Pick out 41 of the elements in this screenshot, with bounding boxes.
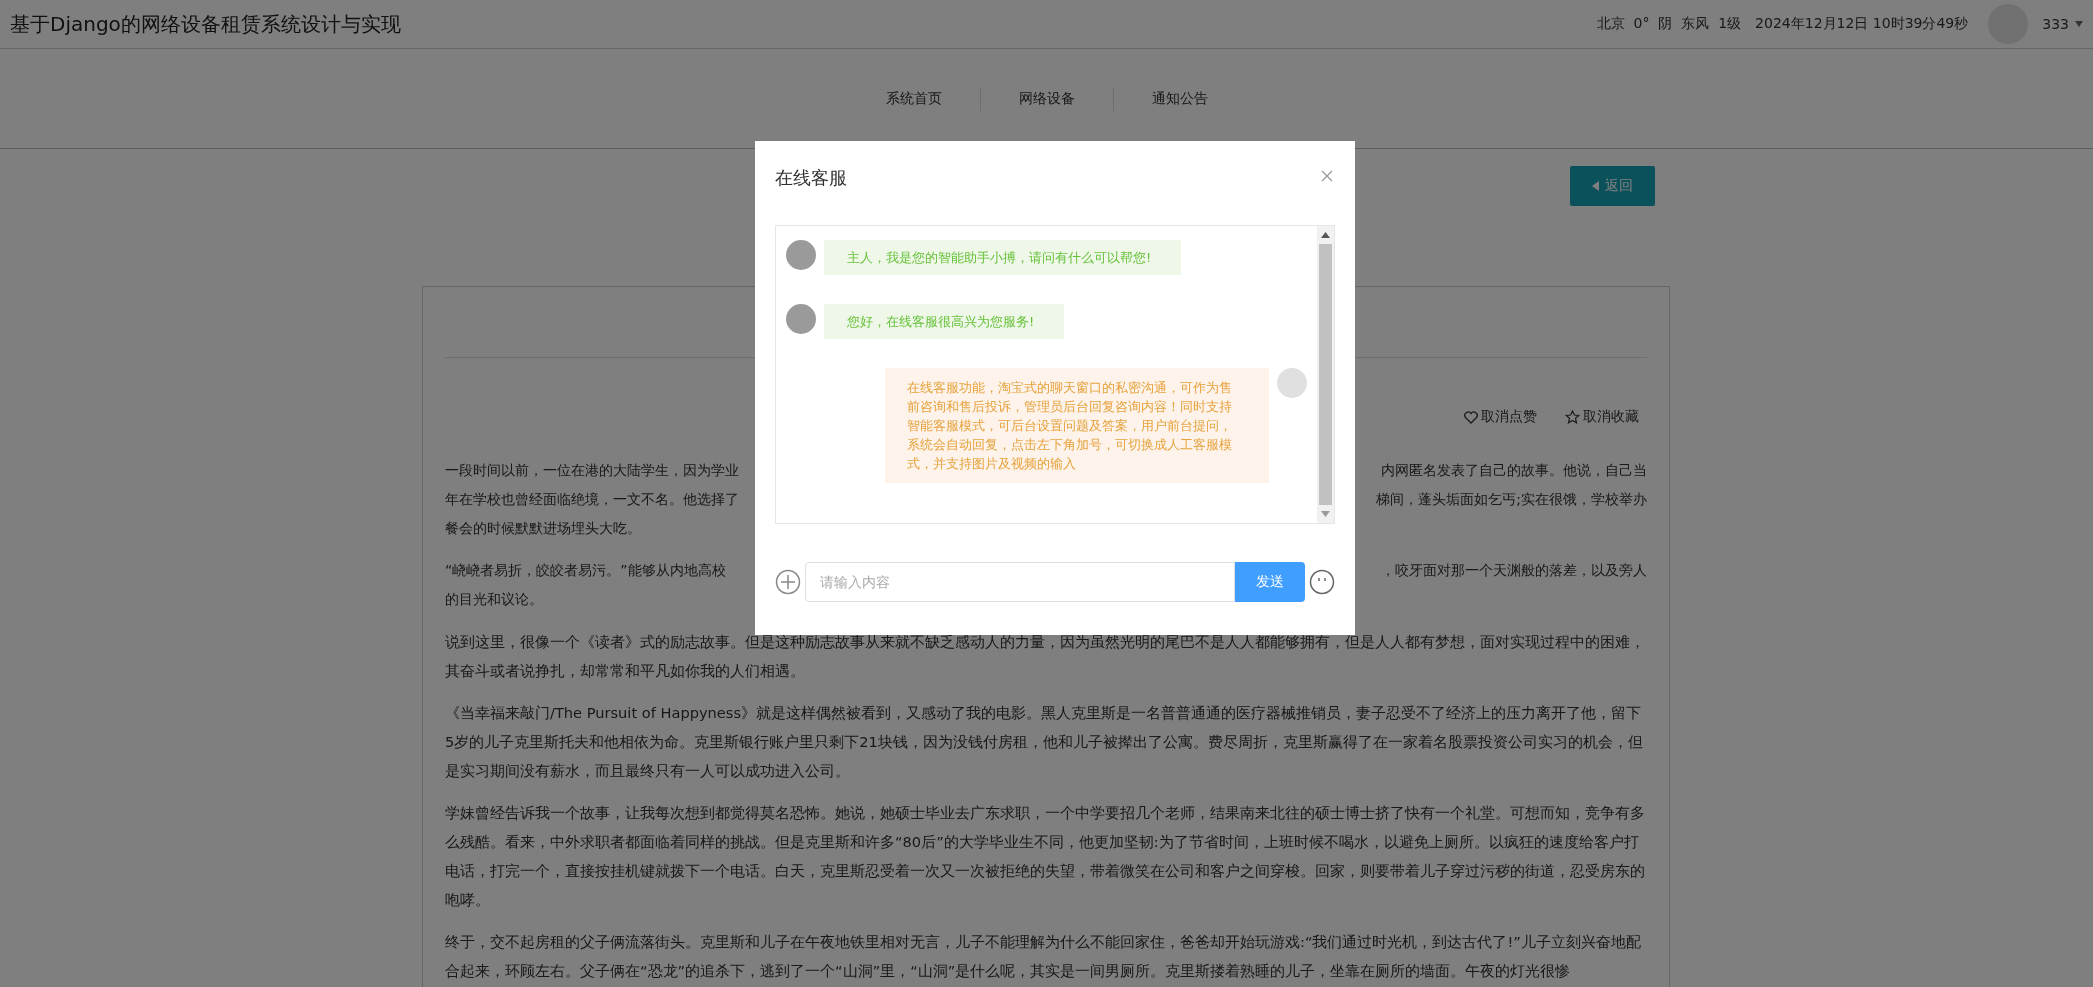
message-bubble: 在线客服功能，淘宝式的聊天窗口的私密沟通，可作为售前咨询和售后投诉，管理员后台回复咨询内容！同时支持智能客服模式，可后台设置问题及答案，用户前台提问，系统会自动回复，点击左下角加号，可切换成人工客服模式，并支持图片及视频的输入 [885, 368, 1269, 483]
scrollbar[interactable] [1317, 226, 1334, 523]
action-link[interactable]: 取消收藏 [1565, 408, 1639, 426]
send-button[interactable]: 发送 [1235, 562, 1305, 602]
nav-link[interactable]: 网络设备 [980, 89, 1113, 108]
weather-text: 北京 0° 阴 东风 1级 [1596, 15, 1742, 33]
message-bubble: 您好，在线客服很高兴为您服务! [824, 304, 1065, 339]
avatar-icon [1277, 368, 1307, 398]
date-time: 2024年12月12日 10时39分49秒 [1755, 15, 1969, 33]
nav-link[interactable]: 通知公告 [1113, 89, 1246, 108]
paragraph-fragment: 餐会的时候默默进场埋头大吃。 [445, 519, 641, 538]
username[interactable]: 333 [2042, 16, 2069, 32]
avatar-icon [786, 240, 816, 270]
paragraph-fragment: 一段时间以前，一位在港的大陆学生，因为学业 [445, 461, 739, 480]
paragraph: 学妹曾经告诉我一个故事，让我每次想到都觉得莫名恐怖。她说，她硕士毕业去广东求职，一个中学要招几个老师，结果南来北往的硕士博士挤了快有一个礼堂。可想而知，竞争有多么残酷。看来，中外求职者都面临着同样的挑战。但是克里斯和许多“80后”的大学毕业生不同，他更加坚韧:为了节省时间，上班时候不喝水，以避免上厕所。以疯狂的速度给客户打电话，打完一个，直接按挂机键就拨下一个电话。白天，克里斯忍受着一次又一次被拒绝的失望，带着微笑在公司和客户之间穿梭。回家，则要带着儿子穿过污秽的街道，忍受房东的咆哮。 [445, 803, 1646, 910]
heart-icon [1464, 410, 1478, 424]
paragraph-fragment: 的目光和议论。 [445, 590, 543, 609]
paragraph: 终于，交不起房租的父子俩流落街头。克里斯和儿子在午夜地铁里相对无言，儿子不能理解为什么不能回家住，爸爸却开始玩游戏:“我们通过时光机，到达古代了!”儿子立刻兴奋地配合起来，环顾左右。父子俩在“恐龙”的追杀下，逃到了一个“山洞”里，“山洞”是什么呢，其实是一间男厕所。克里斯搂着熟睡的儿子，坐靠在厕所的墙面。午夜的灯光很惨 [445, 932, 1642, 981]
close-icon[interactable] [1321, 170, 1333, 182]
caret-icon [1592, 181, 1599, 191]
paragraph-fragment: ，咬牙面对那一个天渊般的落差，以及旁人 [1381, 561, 1647, 580]
arrow-up-icon[interactable] [1321, 232, 1330, 238]
paragraph: 说到这里，很像一个《读者》式的励志故事。但是这种励志故事从来就不缺乏感动人的力量，因为虽然光明的尾巴不是人人都能够拥有，但是人人都有梦想，面对实现过程中的困难，其奋斗或者说挣扎，却常常和平凡如你我的人们相遇。 [445, 632, 1646, 681]
paragraph-fragment: 年在学校也曾经面临绝境，一文不名。他选择了 [445, 490, 739, 509]
star-icon [1565, 410, 1580, 424]
site-title: 基于Django的网络设备租赁系统设计与实现 [10, 10, 401, 38]
arrow-down-icon[interactable] [1321, 511, 1330, 517]
smiley-icon[interactable] [1309, 569, 1335, 595]
paragraph-fragment: 梯间，蓬头垢面如乞丐;实在很饿，学校举办 [1376, 490, 1647, 509]
nav-link[interactable]: 系统首页 [847, 89, 980, 108]
avatar-icon [786, 304, 816, 334]
caret-icon[interactable] [2075, 21, 2083, 27]
plus-icon[interactable] [775, 569, 801, 595]
action-link[interactable]: 取消点赞 [1464, 408, 1537, 426]
dialog-title: 在线客服 [775, 166, 847, 190]
paragraph-fragment: 内网匿名发表了自己的故事。他说，自己当 [1381, 461, 1647, 480]
paragraph: 《当幸福来敲门/The Pursuit of Happyness》就是这样偶然被看到，又感动了我的电影。黑人克里斯是一名普普通通的医疗器械推销员，妻子忍受不了经济上的压力离开了他，留下5岁的儿子克里斯托夫和他相依为命。克里斯银行账户里只剩下21块钱，因为没钱付房租，他和儿子被撵出了公寓。费尽周折，克里斯赢得了在一家着名股票投资公司实习的机会，但是实习期间没有薪水，而且最终只有一人可以成功进入公司。 [445, 703, 1644, 781]
back-button[interactable]: 返回 [1570, 166, 1655, 206]
message-bubble: 主人，我是您的智能助手小搏，请问有什么可以帮您! [824, 240, 1182, 275]
message-input[interactable]: 请输入内容 [805, 562, 1235, 602]
paragraph-fragment: “峣峣者易折，皎皎者易污。”能够从内地高校 [445, 561, 726, 580]
